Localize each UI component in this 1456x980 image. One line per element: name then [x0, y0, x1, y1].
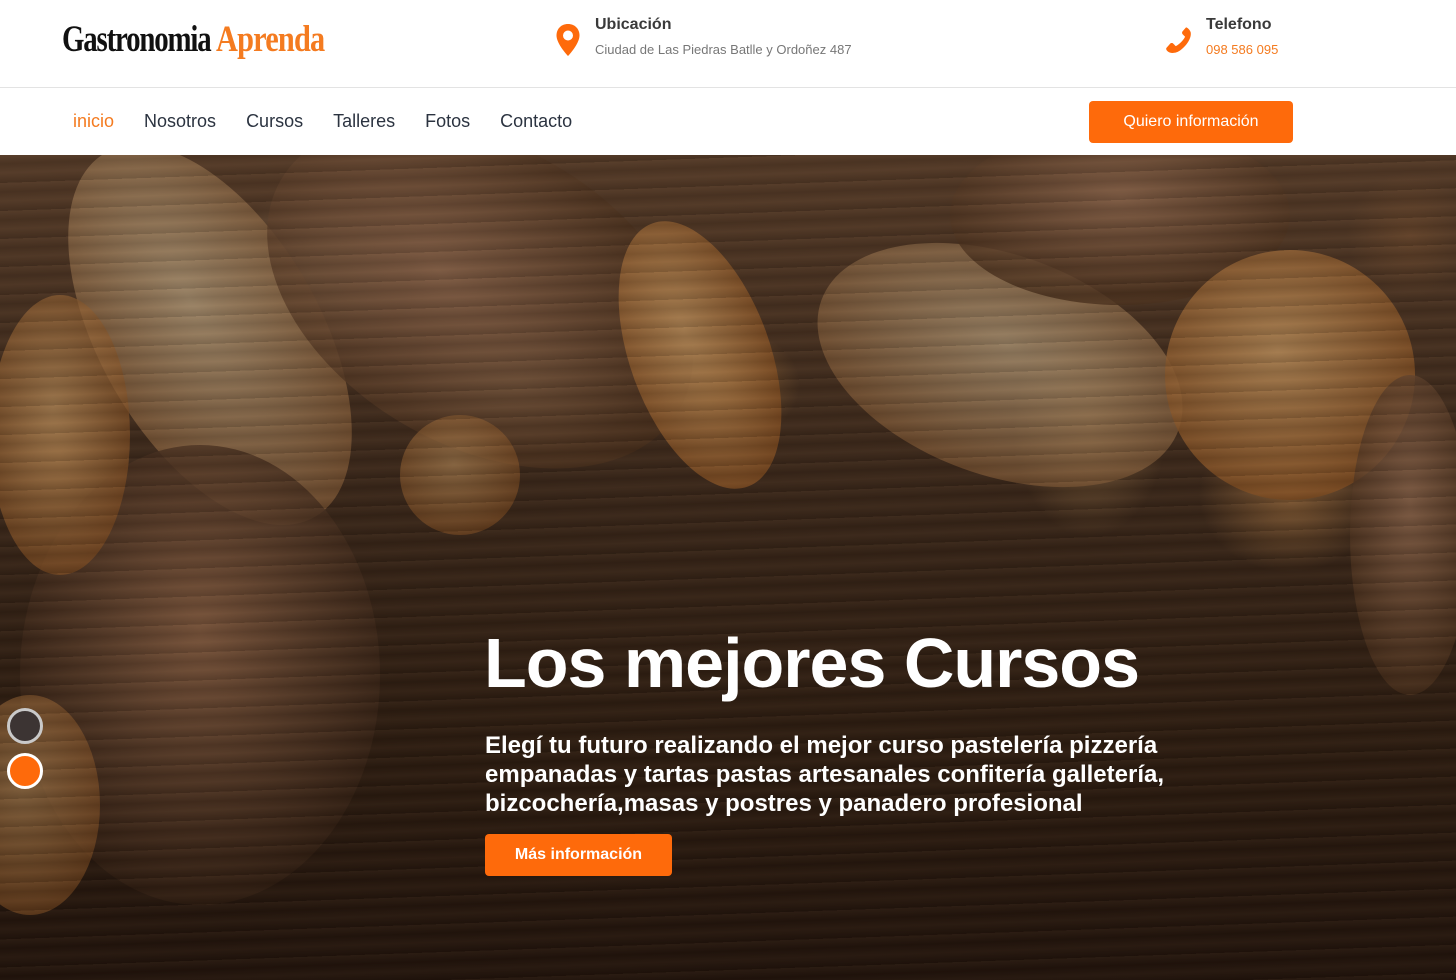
phone-info: Telefono 098 586 095 — [1164, 14, 1278, 60]
nav-item-fotos[interactable]: Fotos — [425, 111, 470, 132]
location-address: Ciudad de Las Piedras Batlle y Ordoñez 4… — [595, 42, 852, 57]
nav-item-contacto[interactable]: Contacto — [500, 111, 572, 132]
nav-menu: inicio Nosotros Cursos Talleres Fotos Co… — [73, 88, 602, 155]
request-info-button[interactable]: Quiero información — [1089, 101, 1293, 143]
nav-item-cursos[interactable]: Cursos — [246, 111, 303, 132]
phone-title: Telefono — [1206, 16, 1272, 33]
hero-description: Elegí tu futuro realizando el mejor curs… — [485, 732, 1164, 817]
location-title: Ubicación — [595, 16, 672, 33]
top-header: Gastronomia Aprenda Ubicación Ciudad de … — [0, 0, 1456, 88]
map-pin-icon — [553, 22, 583, 58]
phone-icon — [1164, 22, 1194, 58]
hero-title: Los mejores Cursos — [484, 624, 1140, 702]
site-logo[interactable]: Gastronomia Aprenda — [62, 18, 348, 62]
nav-item-nosotros[interactable]: Nosotros — [144, 111, 216, 132]
hero-banner: Los mejores Cursos Elegí tu futuro reali… — [0, 155, 1456, 980]
hero-overlay — [0, 155, 1456, 980]
logo-text-gastronomia: Gastronomia — [62, 19, 212, 60]
slider-dot-1[interactable] — [7, 708, 43, 744]
nav-item-inicio[interactable]: inicio — [73, 111, 114, 132]
logo-text-aprenda: Aprenda — [216, 19, 325, 60]
more-info-button[interactable]: Más información — [485, 834, 672, 876]
slider-dot-2-active[interactable] — [7, 753, 43, 789]
location-info: Ubicación Ciudad de Las Piedras Batlle y… — [553, 14, 852, 60]
nav-item-talleres[interactable]: Talleres — [333, 111, 395, 132]
phone-number[interactable]: 098 586 095 — [1206, 40, 1278, 60]
